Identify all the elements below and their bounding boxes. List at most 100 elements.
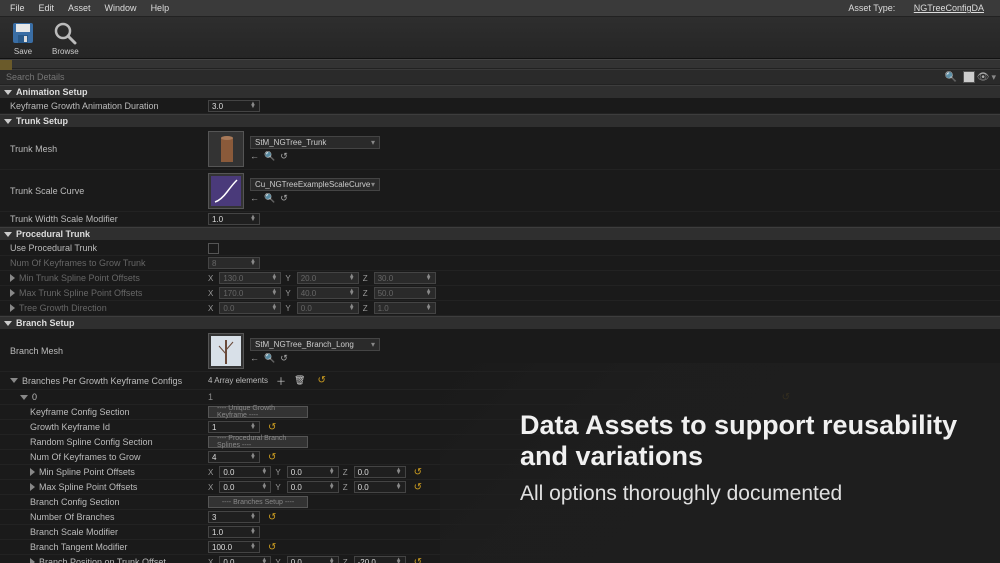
reset-icon[interactable]: ↺ bbox=[268, 422, 276, 433]
array-idx0-summary: 1 bbox=[208, 392, 213, 402]
reset-icon[interactable]: ↺ bbox=[280, 193, 288, 204]
label-trunk-scale-curve: Trunk Scale Curve bbox=[0, 184, 208, 198]
browse-to-icon[interactable]: 🔍 bbox=[264, 353, 275, 364]
section-procedural-trunk[interactable]: Procedural Trunk bbox=[0, 227, 1000, 241]
label-rand-spline: Random Spline Config Section bbox=[0, 435, 208, 449]
browse-to-icon[interactable]: 🔍 bbox=[264, 151, 275, 162]
array-clear-icon[interactable]: 🗑 bbox=[294, 375, 305, 386]
input-min-spline-z[interactable]: 0.0▲▼ bbox=[354, 466, 406, 478]
details-tab[interactable] bbox=[0, 60, 12, 70]
view-matrix-icon[interactable] bbox=[963, 71, 975, 83]
section-trunk-setup[interactable]: Trunk Setup bbox=[0, 114, 1000, 128]
menu-help[interactable]: Help bbox=[145, 1, 176, 15]
trunk-mesh-picker[interactable]: StM_NGTree_Trunk▾ bbox=[250, 136, 380, 149]
input-branch-pos-x[interactable]: 0.0▲▼ bbox=[219, 556, 271, 563]
input-growth-z[interactable]: 1.0▲▼ bbox=[374, 302, 436, 314]
reset-icon[interactable]: ↺ bbox=[268, 542, 276, 553]
reset-icon[interactable]: ↺ bbox=[268, 452, 276, 463]
section-animation-setup[interactable]: Animation Setup bbox=[0, 85, 1000, 99]
input-max-trunk-x[interactable]: 170.0▲▼ bbox=[219, 287, 281, 299]
browse-button[interactable]: Browse bbox=[48, 18, 83, 58]
input-num-kf-trunk[interactable]: 8▲▼ bbox=[208, 257, 260, 269]
use-selected-icon[interactable]: ← bbox=[250, 193, 259, 204]
view-eye-icon[interactable]: 👁 bbox=[977, 72, 990, 83]
input-trunk-width-mod[interactable]: 1.0▲▼ bbox=[208, 213, 260, 225]
search-input[interactable] bbox=[0, 72, 943, 82]
input-growth-y[interactable]: 0.0▲▼ bbox=[297, 302, 359, 314]
tab-strip bbox=[0, 59, 1000, 69]
label-max-trunk-off: Max Trunk Spline Point Offsets bbox=[0, 286, 208, 300]
array-add-icon[interactable]: ＋ bbox=[276, 373, 286, 388]
label-branch-mesh: Branch Mesh bbox=[0, 344, 208, 358]
input-min-spline-y[interactable]: 0.0▲▼ bbox=[287, 466, 339, 478]
input-min-trunk-x[interactable]: 130.0▲▼ bbox=[219, 272, 281, 284]
input-growth-x[interactable]: 0.0▲▼ bbox=[219, 302, 281, 314]
collapse-icon bbox=[4, 119, 12, 124]
save-label: Save bbox=[14, 47, 32, 56]
label-kf-duration: Keyframe Growth Animation Duration bbox=[0, 99, 208, 113]
menu-file[interactable]: File bbox=[4, 1, 31, 15]
label-use-proc: Use Procedural Trunk bbox=[0, 241, 208, 255]
reset-icon[interactable]: ↺ bbox=[280, 151, 288, 162]
pill-kf-cfg: ---- Unique Growth Keyframe ---- bbox=[208, 406, 308, 418]
label-growth-kf-id: Growth Keyframe Id bbox=[0, 420, 208, 434]
branch-mesh-thumbnail[interactable] bbox=[208, 333, 244, 369]
pill-rand-spline: ---- Procedural Branch Splines ---- bbox=[208, 436, 308, 448]
label-trunk-mesh: Trunk Mesh bbox=[0, 142, 208, 156]
reset-icon[interactable]: ↺ bbox=[268, 512, 276, 523]
reset-icon[interactable]: ↺ bbox=[782, 392, 790, 403]
label-max-spline: Max Spline Point Offsets bbox=[0, 480, 208, 494]
asset-type-link[interactable]: NGTreeConfigDA bbox=[908, 1, 990, 15]
input-growth-kf-id[interactable]: 1▲▼ bbox=[208, 421, 260, 433]
input-max-trunk-y[interactable]: 40.0▲▼ bbox=[297, 287, 359, 299]
input-branch-pos-y[interactable]: 0.0▲▼ bbox=[287, 556, 339, 563]
menu-asset[interactable]: Asset bbox=[62, 1, 97, 15]
collapse-icon bbox=[4, 321, 12, 326]
reset-icon[interactable]: ↺ bbox=[414, 557, 422, 563]
section-branch-setup[interactable]: Branch Setup bbox=[0, 316, 1000, 330]
trunk-curve-thumbnail[interactable] bbox=[208, 173, 244, 209]
label-trunk-width-mod: Trunk Width Scale Modifier bbox=[0, 212, 208, 226]
input-branch-pos-z[interactable]: -20.0▲▼ bbox=[354, 556, 406, 563]
input-branch-tan-mod[interactable]: 100.0▲▼ bbox=[208, 541, 260, 553]
toolbar: Save Browse bbox=[0, 17, 1000, 59]
reset-icon[interactable]: ↺ bbox=[414, 467, 422, 478]
menu-bar: File Edit Asset Window Help Asset Type: … bbox=[0, 0, 1000, 17]
input-min-trunk-y[interactable]: 20.0▲▼ bbox=[297, 272, 359, 284]
label-num-kf-grow: Num Of Keyframes to Grow bbox=[0, 450, 208, 464]
input-min-spline-x[interactable]: 0.0▲▼ bbox=[219, 466, 271, 478]
reset-icon[interactable]: ↺ bbox=[414, 482, 422, 493]
input-max-spline-x[interactable]: 0.0▲▼ bbox=[219, 481, 271, 493]
details-panel: Animation Setup Keyframe Growth Animatio… bbox=[0, 85, 1000, 563]
checkbox-use-proc[interactable] bbox=[208, 243, 219, 254]
reset-icon[interactable]: ↺ bbox=[317, 375, 325, 386]
menu-window[interactable]: Window bbox=[99, 1, 143, 15]
use-selected-icon[interactable]: ← bbox=[250, 353, 259, 364]
input-branch-scale-mod[interactable]: 1.0▲▼ bbox=[208, 526, 260, 538]
search-icon[interactable]: 🔍 bbox=[943, 72, 959, 83]
save-button[interactable]: Save bbox=[6, 18, 40, 58]
label-kf-cfg-section: Keyframe Config Section bbox=[0, 405, 208, 419]
collapse-icon bbox=[4, 90, 12, 95]
reset-icon[interactable]: ↺ bbox=[280, 353, 288, 364]
input-max-spline-y[interactable]: 0.0▲▼ bbox=[287, 481, 339, 493]
search-bar: 🔍 👁 ▾ bbox=[0, 69, 1000, 85]
trunk-mesh-thumbnail[interactable] bbox=[208, 131, 244, 167]
menu-edit[interactable]: Edit bbox=[33, 1, 61, 15]
input-kf-duration[interactable]: 3.0▲▼ bbox=[208, 100, 260, 112]
array-count: 4 Array elements bbox=[208, 376, 268, 385]
input-max-spline-z[interactable]: 0.0▲▼ bbox=[354, 481, 406, 493]
label-bpg-configs: Branches Per Growth Keyframe Configs bbox=[0, 374, 208, 388]
input-num-branches[interactable]: 3▲▼ bbox=[208, 511, 260, 523]
use-selected-icon[interactable]: ← bbox=[250, 151, 259, 162]
branch-mesh-picker[interactable]: StM_NGTree_Branch_Long▾ bbox=[250, 338, 380, 351]
label-num-branches: Number Of Branches bbox=[0, 510, 208, 524]
label-branch-tan-mod: Branch Tangent Modifier bbox=[0, 540, 208, 554]
input-max-trunk-z[interactable]: 50.0▲▼ bbox=[374, 287, 436, 299]
input-num-kf-grow[interactable]: 4▲▼ bbox=[208, 451, 260, 463]
input-min-trunk-z[interactable]: 30.0▲▼ bbox=[374, 272, 436, 284]
view-dropdown-icon[interactable]: ▾ bbox=[991, 72, 996, 83]
browse-to-icon[interactable]: 🔍 bbox=[264, 193, 275, 204]
label-branch-cfg: Branch Config Section bbox=[0, 495, 208, 509]
trunk-curve-picker[interactable]: Cu_NGTreeExampleScaleCurve▾ bbox=[250, 178, 380, 191]
